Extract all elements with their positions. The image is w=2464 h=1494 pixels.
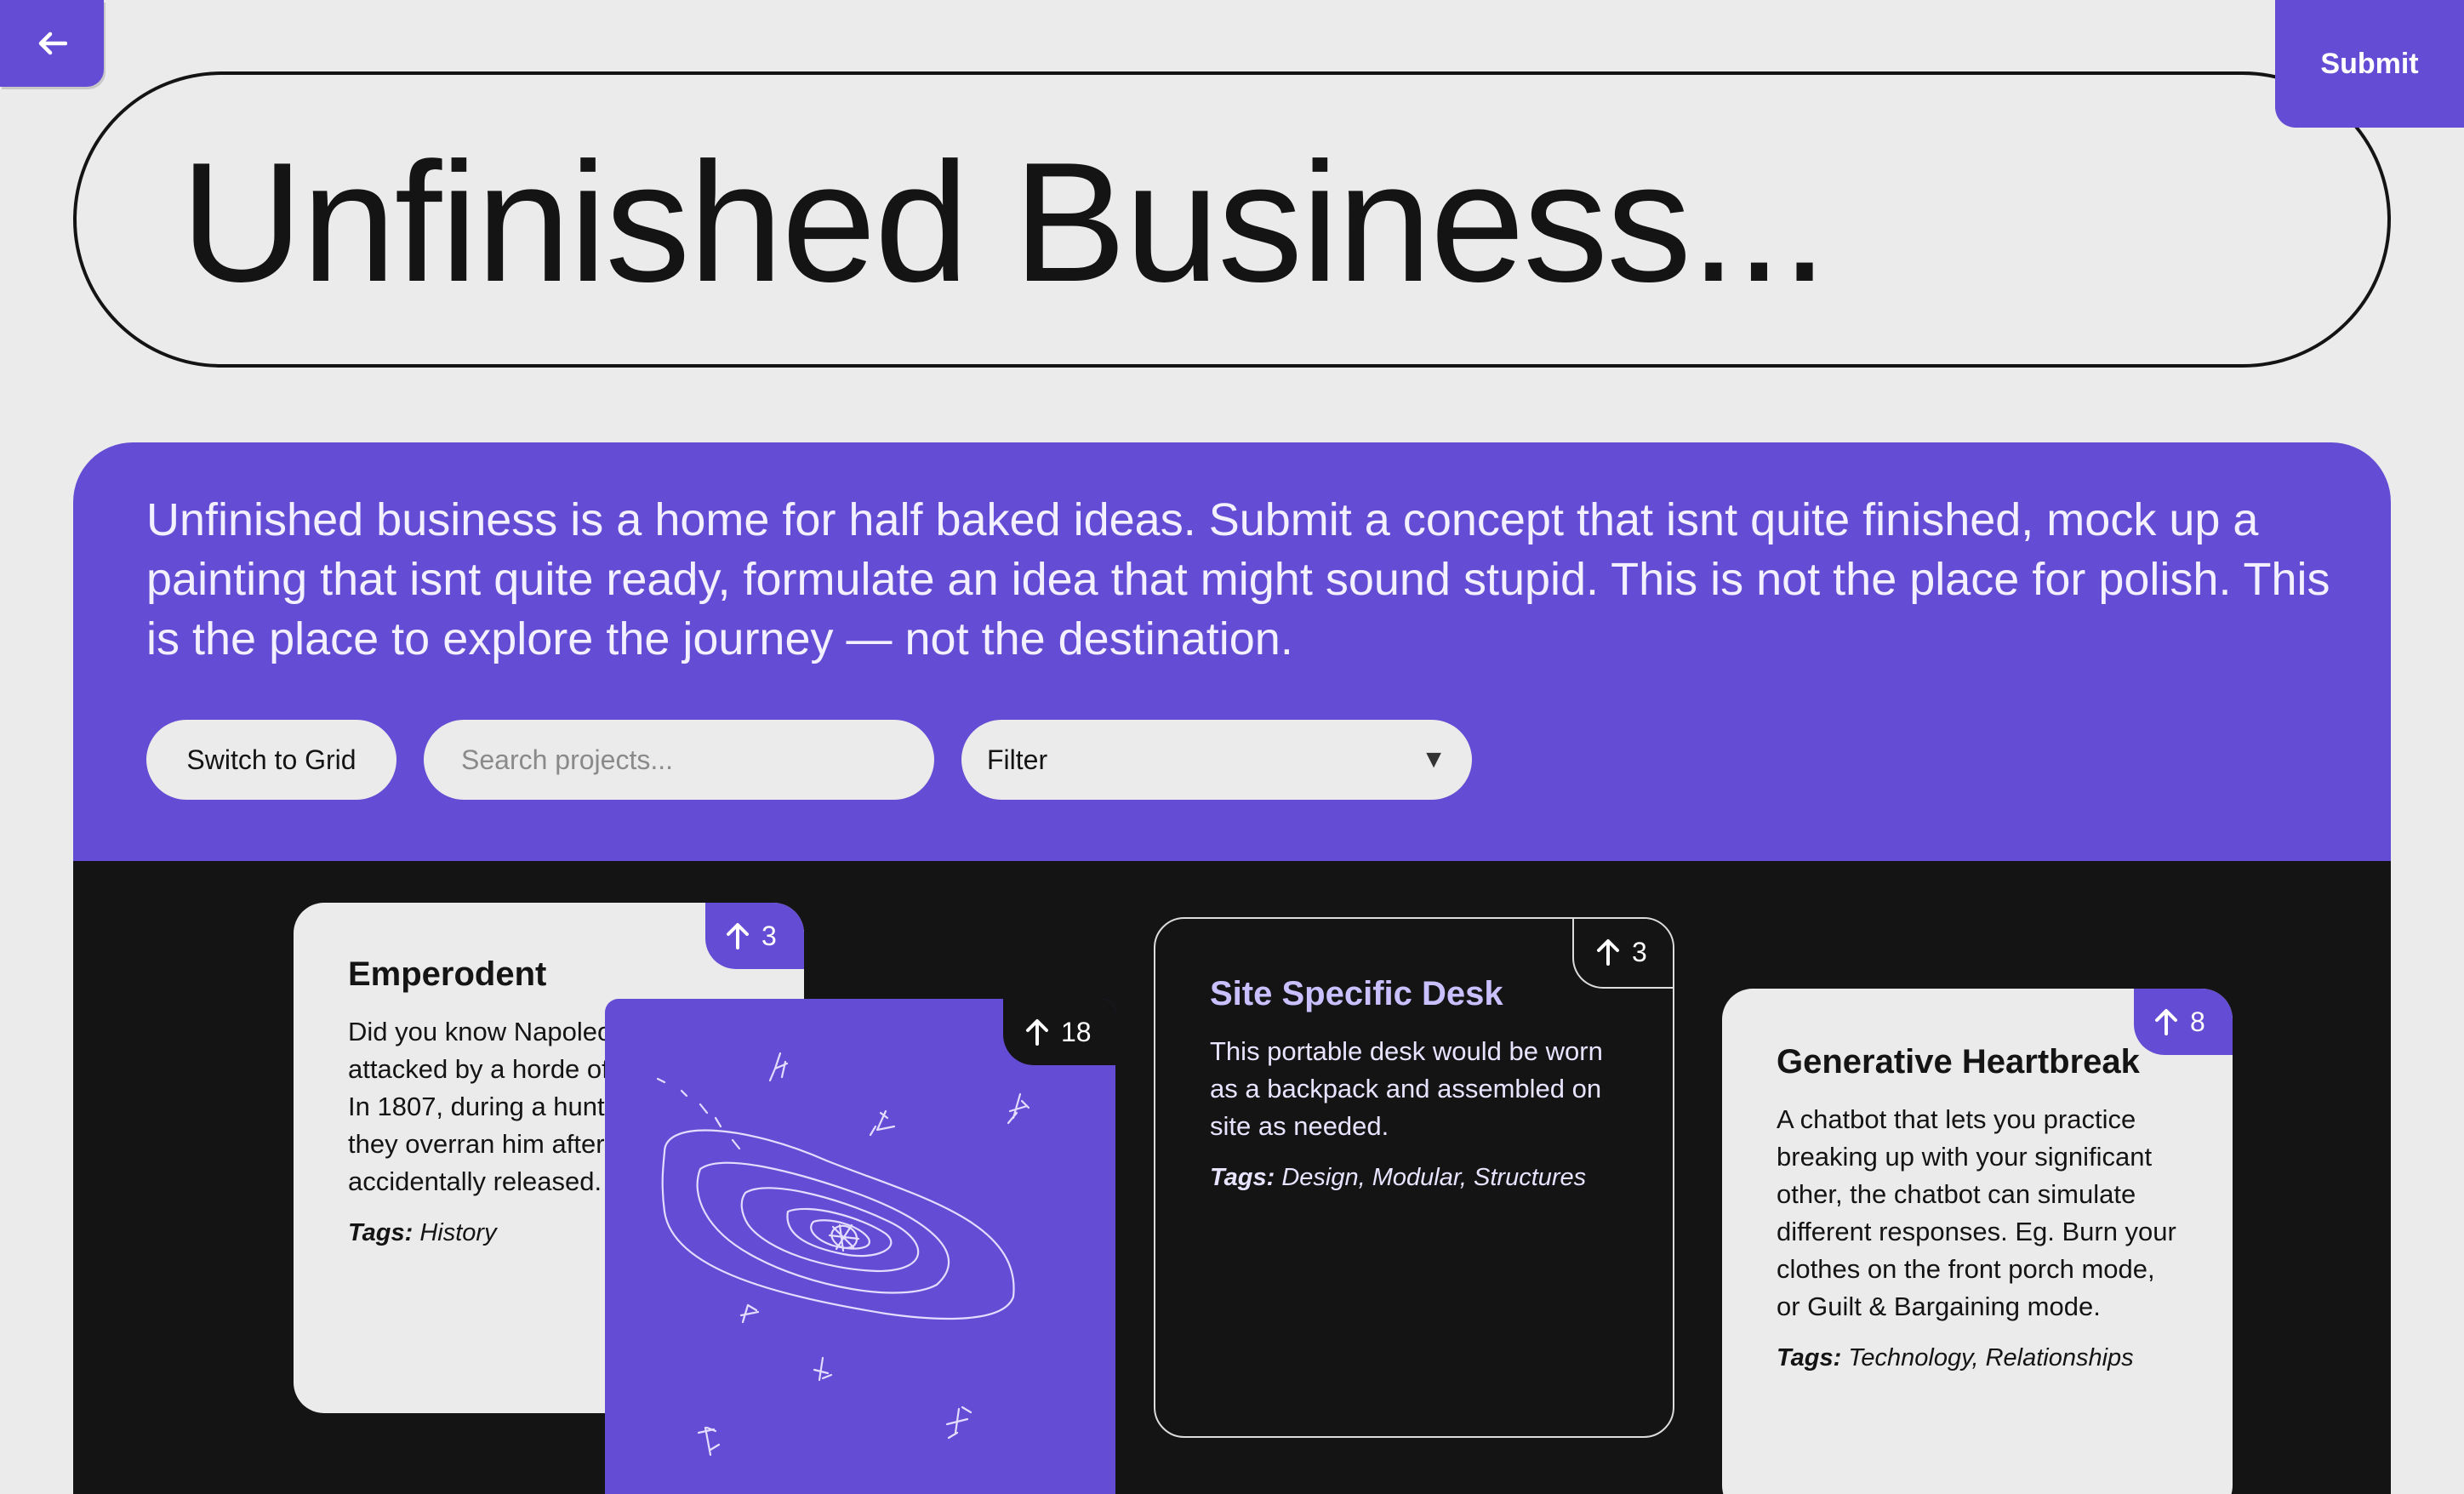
caret-down-icon: ▼ (1421, 745, 1446, 773)
back-button[interactable] (0, 0, 104, 87)
page-title: Unfinished Business... (180, 128, 1828, 317)
submit-button[interactable]: Submit (2275, 0, 2464, 128)
tags-label: Tags: (348, 1219, 414, 1246)
arrow-left-icon (38, 31, 67, 55)
vote-count: 3 (1632, 936, 1647, 967)
intro-panel: Unfinished business is a home for half b… (73, 442, 2391, 861)
vote-count: 18 (1061, 1016, 1092, 1047)
project-card-generative-heartbreak[interactable]: 8 Generative Heartbreak A chatbot that l… (1722, 989, 2233, 1494)
controls-bar: Switch to Grid Filter ▼ (146, 720, 1472, 800)
filter-label: Filter (987, 744, 1048, 775)
tags-value: Technology, Relationships (1848, 1344, 2134, 1371)
tags-label: Tags: (1210, 1164, 1275, 1191)
arrow-up-icon (2155, 1009, 2177, 1035)
project-card-sketch[interactable]: 18 (605, 999, 1115, 1494)
arrow-up-icon (1026, 1019, 1048, 1046)
switch-to-grid-button[interactable]: Switch to Grid (146, 720, 396, 800)
tags-value: History (419, 1219, 497, 1246)
intro-text: Unfinished business is a home for half b… (146, 494, 2330, 664)
vote-count: 3 (761, 920, 777, 951)
vote-count: 8 (2190, 1006, 2205, 1037)
page: Unfinished Business... Submit Unfinished… (0, 0, 2464, 1494)
card-tags: Tags: Design, Modular, Structures (1210, 1164, 1673, 1192)
upvote-button[interactable]: 3 (705, 903, 804, 969)
upvote-button[interactable]: 8 (2134, 989, 2233, 1055)
arrow-up-icon (1597, 939, 1619, 966)
upvote-button[interactable]: 3 (1572, 919, 1673, 989)
card-tags: Tags: Technology, Relationships (1777, 1344, 2233, 1372)
card-description: A chatbot that lets you practice breakin… (1777, 1104, 2176, 1321)
filter-dropdown[interactable]: Filter ▼ (961, 720, 1472, 800)
project-card-site-specific-desk[interactable]: 3 Site Specific Desk This portable desk … (1154, 917, 1674, 1438)
project-board: 3 Emperodent Did you know Napoleon was o… (73, 861, 2391, 1494)
tags-value: Design, Modular, Structures (1281, 1164, 1587, 1191)
search-input[interactable] (424, 720, 934, 800)
galaxy-sketch-drawing (656, 1052, 1030, 1457)
upvote-button[interactable]: 18 (1003, 999, 1115, 1065)
arrow-up-icon (727, 923, 749, 949)
card-description: This portable desk would be worn as a ba… (1210, 1036, 1603, 1141)
tags-label: Tags: (1777, 1344, 1842, 1371)
title-banner: Unfinished Business... (73, 71, 2391, 368)
